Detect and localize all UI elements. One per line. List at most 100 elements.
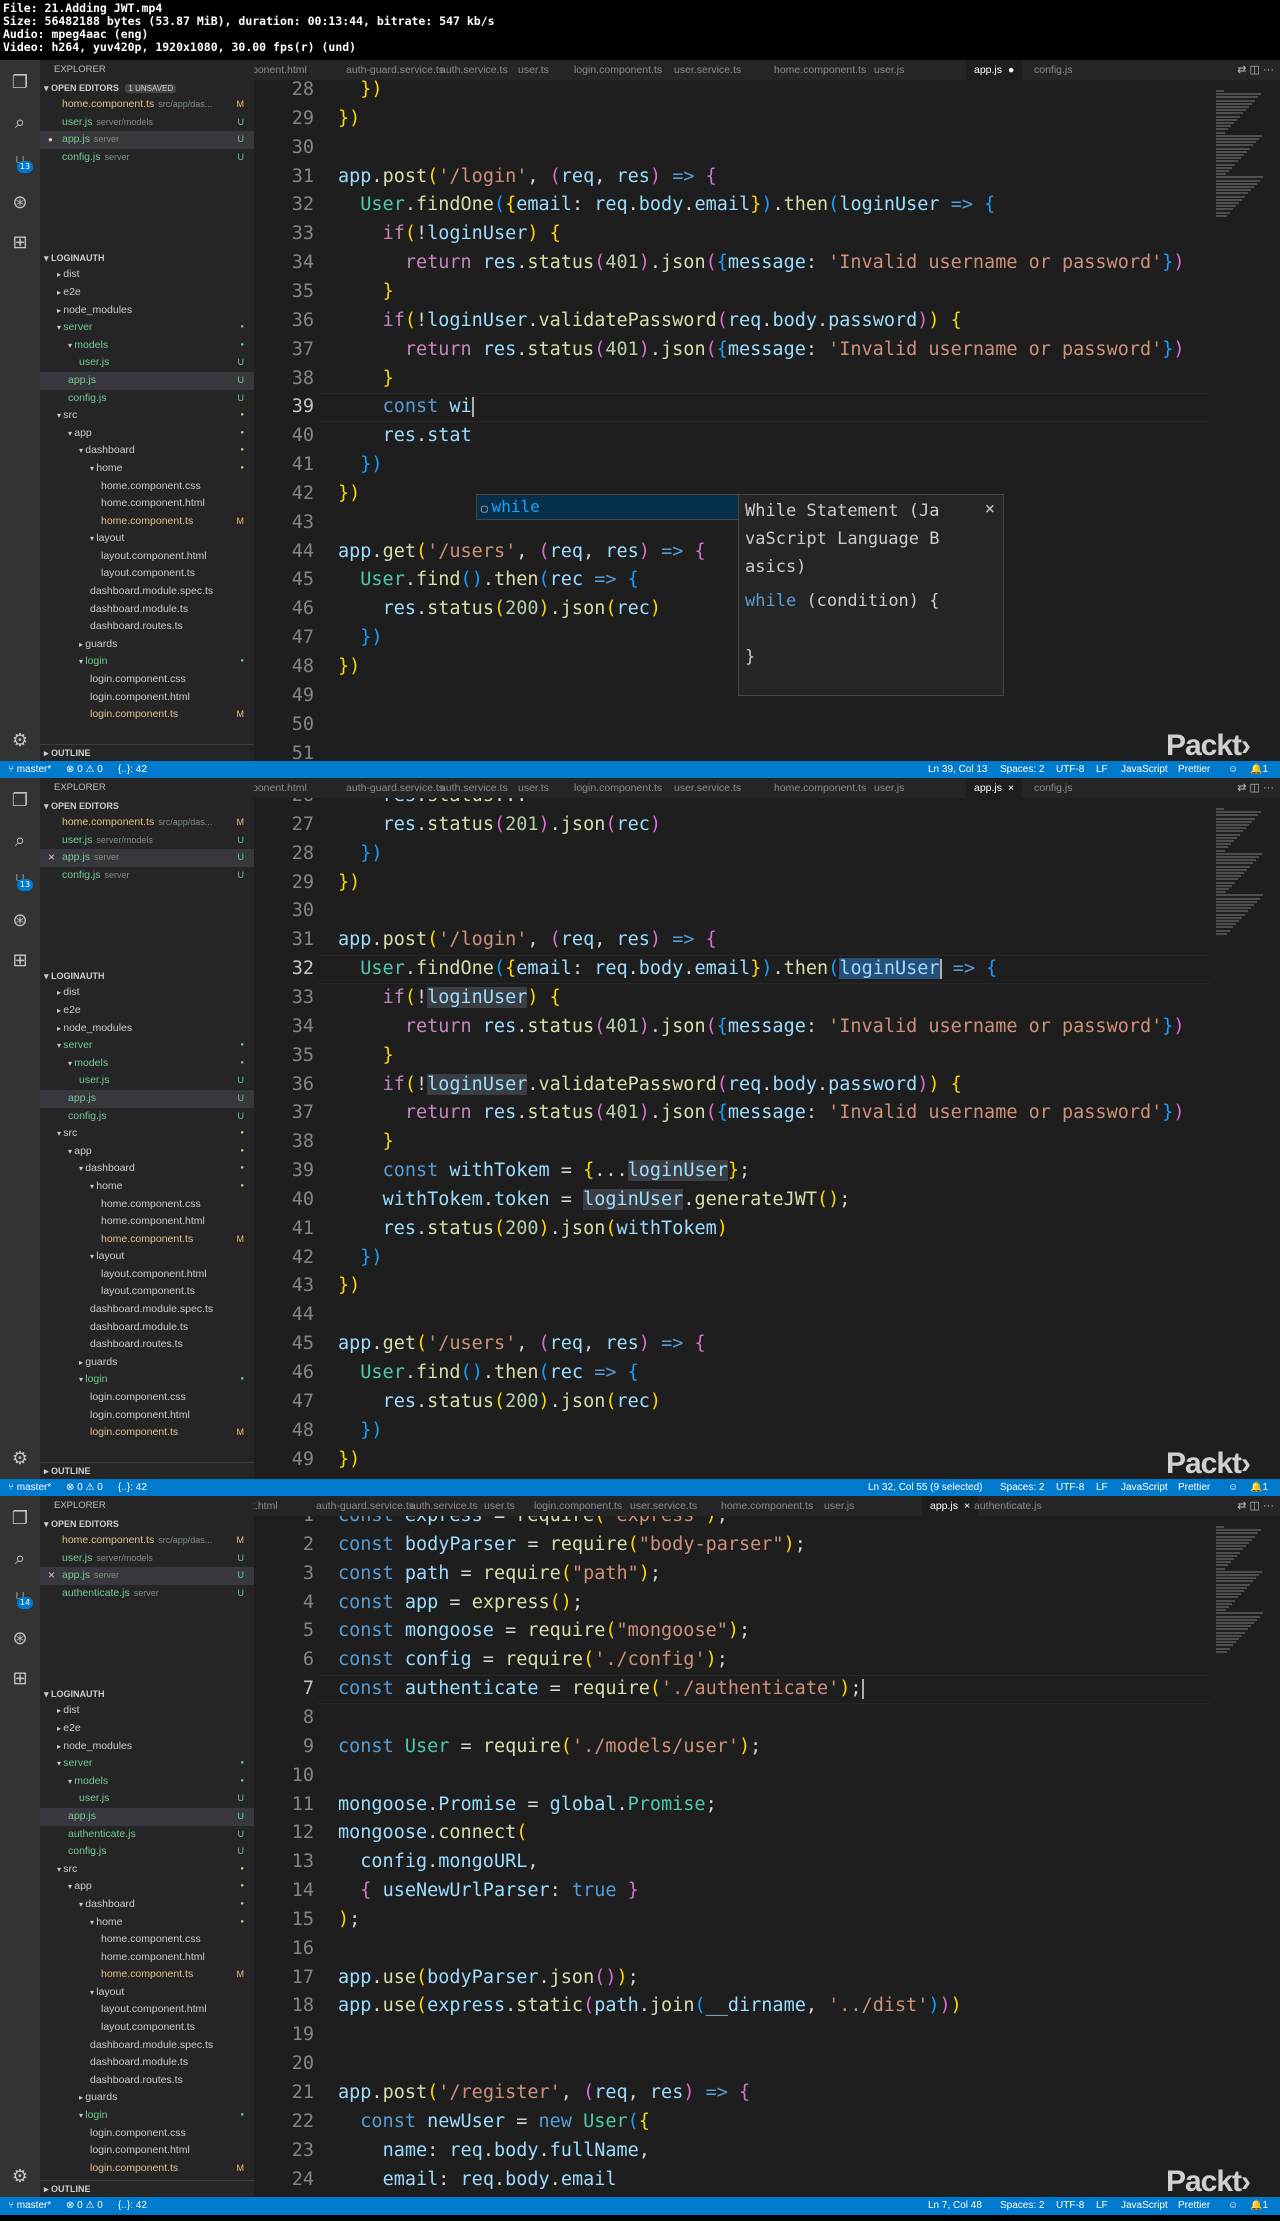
notifications-bell-icon[interactable]: 🔔1 (1250, 761, 1268, 779)
tab-0[interactable]: ponent.html (254, 778, 307, 798)
file-item[interactable]: login.component.html (40, 689, 254, 707)
file-item[interactable]: config.js U (40, 390, 254, 408)
code-editor[interactable]: 28 }) 29}) 30 31 app.post('/login', (req, re… (254, 80, 1210, 761)
search-icon[interactable]: ⌕ (8, 1546, 32, 1570)
open-editor-item[interactable]: home.component.ts src/app/das... M (40, 96, 254, 114)
file-item[interactable]: login.component.html (40, 2142, 254, 2160)
folder-item[interactable]: ▾ home ● (40, 1178, 254, 1196)
file-item[interactable]: config.js U (40, 1108, 254, 1126)
file-item[interactable]: login.component.html (40, 1407, 254, 1425)
tab-1[interactable]: auth-guard.service.ts (346, 60, 444, 80)
tab-8[interactable]: app.js × (922, 1496, 979, 1516)
tab-3[interactable]: user.ts (484, 1496, 515, 1516)
folder-item[interactable]: ▾ layout (40, 1984, 254, 2002)
tab-4[interactable]: login.component.ts (534, 1496, 622, 1516)
tab-7[interactable]: user.js (874, 778, 904, 798)
tab-2[interactable]: auth.service.ts (440, 778, 508, 798)
folder-item[interactable]: ▾ src ● (40, 1861, 254, 1879)
folder-item[interactable]: ▸ e2e (40, 284, 254, 302)
file-item[interactable]: home.component.css (40, 478, 254, 496)
tab-0[interactable]: t.html (254, 1496, 278, 1516)
folder-item[interactable]: ▾ login ● (40, 653, 254, 671)
folder-item[interactable]: ▾ app ● (40, 425, 254, 443)
folder-item[interactable]: ▾ layout (40, 530, 254, 548)
language-mode[interactable]: JavaScript (1121, 761, 1168, 779)
files-icon[interactable]: ❐ (8, 70, 32, 94)
problems-indicator[interactable]: ⊗ 0 ⚠ 0 (66, 761, 103, 779)
folder-item[interactable]: ▾ server ● (40, 319, 254, 337)
folder-item[interactable]: ▾ home ● (40, 1914, 254, 1932)
project-header[interactable]: ▾ LOGINAUTH (40, 1686, 254, 1702)
project-header[interactable]: ▾ LOGINAUTH (40, 968, 254, 984)
formatter[interactable]: Prettier (1178, 2197, 1210, 2215)
close-icon[interactable]: × (48, 1567, 55, 1585)
tab-7[interactable]: user.js (874, 60, 904, 80)
cursor-position[interactable]: Ln 7, Col 48 (928, 2197, 982, 2215)
folder-item[interactable]: ▾ login ● (40, 1371, 254, 1389)
folder-item[interactable]: ▾ dashboard ● (40, 1160, 254, 1178)
file-item[interactable]: dashboard.module.ts (40, 601, 254, 619)
tab-3[interactable]: user.ts (518, 60, 549, 80)
tab-1[interactable]: auth-guard.service.ts (346, 778, 444, 798)
vertical-scrollbar[interactable] (1270, 798, 1280, 1479)
folder-item[interactable]: ▸ dist (40, 266, 254, 284)
context-indicator[interactable]: {..}: 42 (118, 761, 147, 779)
extensions-icon[interactable]: ⊞ (8, 230, 32, 254)
open-editors-header[interactable]: ▾ OPEN EDITORS (40, 1516, 254, 1532)
context-indicator[interactable]: {..}: 42 (118, 2197, 147, 2215)
tab-5[interactable]: user.service.ts (674, 60, 741, 80)
formatter[interactable]: Prettier (1178, 1479, 1210, 1497)
open-editors-header[interactable]: ▾ OPEN EDITORS (40, 798, 254, 814)
line-ending[interactable]: LF (1096, 1479, 1108, 1497)
indentation[interactable]: Spaces: 2 (1000, 761, 1044, 779)
vertical-scrollbar[interactable] (1270, 80, 1280, 761)
tab-4[interactable]: login.component.ts (574, 60, 662, 80)
file-item[interactable]: layout.component.ts (40, 2019, 254, 2037)
minimap[interactable] (1210, 80, 1270, 761)
outline-section[interactable]: ▸ OUTLINE (40, 1462, 254, 1479)
open-editor-item[interactable]: ● app.js server U (40, 131, 254, 149)
outline-section[interactable]: ▸ OUTLINE (40, 2180, 254, 2197)
file-item[interactable]: user.js U (40, 1072, 254, 1090)
file-item[interactable]: dashboard.module.ts (40, 1319, 254, 1337)
vertical-scrollbar[interactable] (1270, 1516, 1280, 2197)
file-item[interactable]: home.component.css (40, 1931, 254, 1949)
file-item[interactable]: app.js U (40, 1089, 254, 1108)
file-item[interactable]: login.component.ts M (40, 706, 254, 724)
unsaved-dot-icon[interactable]: ● (1008, 64, 1014, 76)
open-editors-header[interactable]: ▾ OPEN EDITORS 1 UNSAVED (40, 80, 254, 96)
file-item[interactable]: dashboard.routes.ts (40, 2072, 254, 2090)
debug-icon[interactable]: ⊛ (8, 190, 32, 214)
open-editor-item[interactable]: authenticate.js server U (40, 1585, 254, 1603)
debug-icon[interactable]: ⊛ (8, 908, 32, 932)
folder-item[interactable]: ▸ dist (40, 984, 254, 1002)
folder-item[interactable]: ▾ models ● (40, 1773, 254, 1791)
branch-indicator[interactable]: ⑂ master* (8, 2197, 51, 2215)
file-item[interactable]: config.js U (40, 1843, 254, 1861)
open-editor-item[interactable]: user.js server/models U (40, 1550, 254, 1568)
file-item[interactable]: dashboard.routes.ts (40, 1336, 254, 1354)
search-icon[interactable]: ⌕ (8, 110, 32, 134)
file-item[interactable]: dashboard.module.spec.ts (40, 1301, 254, 1319)
notifications-bell-icon[interactable]: 🔔1 (1250, 2197, 1268, 2215)
tab-4[interactable]: login.component.ts (574, 778, 662, 798)
folder-item[interactable]: ▾ server ● (40, 1037, 254, 1055)
notifications-bell-icon[interactable]: 🔔1 (1250, 1479, 1268, 1497)
branch-indicator[interactable]: ⑂ master* (8, 1479, 51, 1497)
tab-7[interactable]: user.js (824, 1496, 854, 1516)
line-ending[interactable]: LF (1096, 761, 1108, 779)
file-item[interactable]: user.js U (40, 354, 254, 372)
file-item[interactable]: layout.component.ts (40, 1283, 254, 1301)
file-item[interactable]: login.component.css (40, 1389, 254, 1407)
folder-item[interactable]: ▸ dist (40, 1702, 254, 1720)
close-icon[interactable]: × (985, 495, 995, 523)
folder-item[interactable]: ▸ guards (40, 2089, 254, 2107)
feedback-smiley-icon[interactable]: ☺ (1228, 2197, 1238, 2215)
line-ending[interactable]: LF (1096, 2197, 1108, 2215)
folder-item[interactable]: ▾ dashboard ● (40, 1896, 254, 1914)
open-editor-item[interactable]: user.js server/models U (40, 832, 254, 850)
file-item[interactable]: login.component.css (40, 2125, 254, 2143)
file-item[interactable]: authenticate.js U (40, 1826, 254, 1844)
indentation[interactable]: Spaces: 2 (1000, 1479, 1044, 1497)
editor-actions[interactable]: ⇄ ◫ ··· (1237, 778, 1274, 798)
